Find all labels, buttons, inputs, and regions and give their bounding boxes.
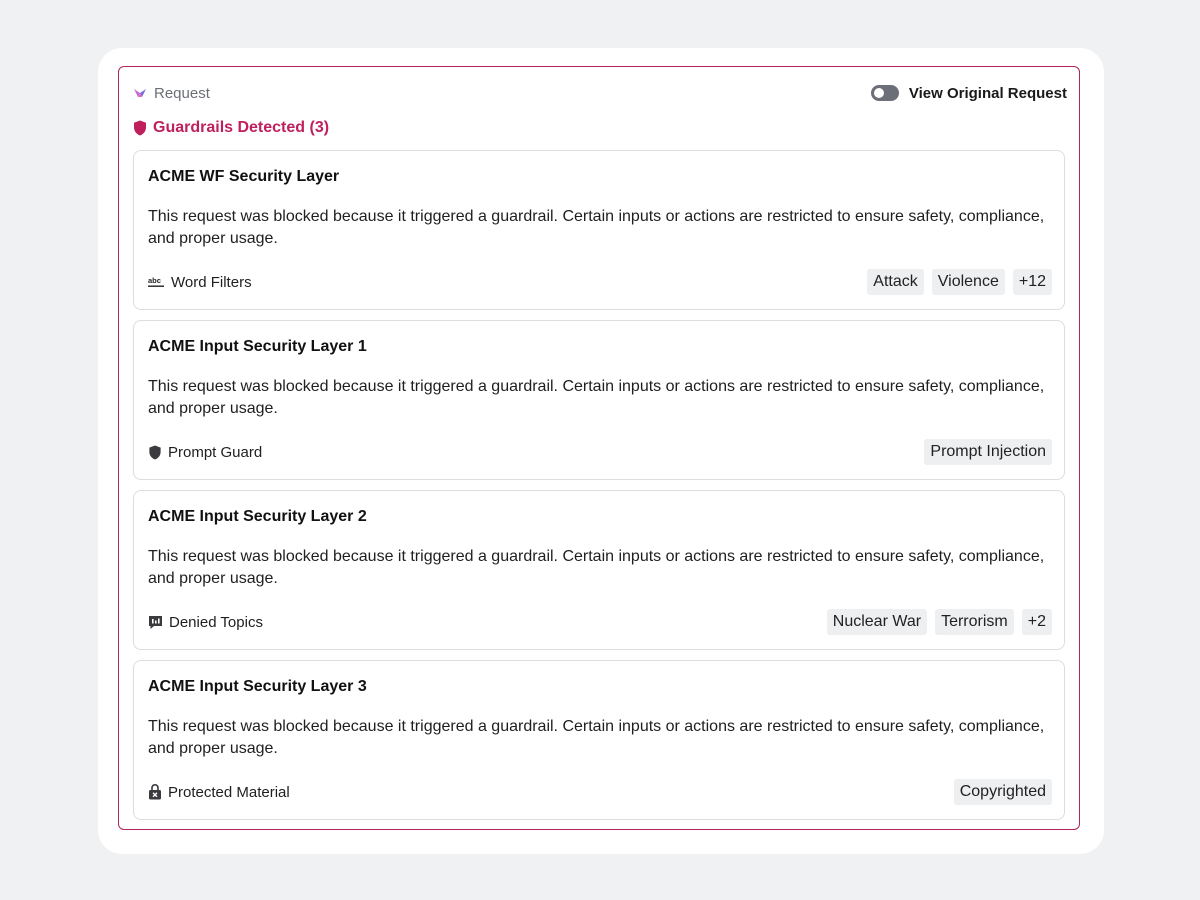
request-panel: Request View Original Request Guardrails… — [118, 66, 1080, 830]
card-title: ACME Input Security Layer 3 — [148, 678, 367, 695]
tag: Prompt Injection — [924, 439, 1052, 465]
request-label-wrap: Request — [133, 85, 210, 102]
card-title: ACME WF Security Layer — [148, 168, 340, 185]
tag: Terrorism — [935, 609, 1014, 635]
card-title: ACME Input Security Layer 1 — [148, 338, 367, 355]
guardrail-card-3: ACME Input Security Layer 2 This request… — [133, 490, 1065, 650]
tag-more[interactable]: +12 — [1012, 269, 1052, 295]
guardrail-card-1: ACME WF Security Layer This request was … — [133, 150, 1065, 310]
card-footer: Protected Material Copyrighted — [148, 779, 1052, 805]
tag: Violence — [931, 269, 1005, 295]
view-original-request-toggle[interactable]: View Original Request — [870, 84, 1067, 102]
card-footer: Prompt Guard Prompt Injection — [148, 439, 1052, 465]
guardrails-title: Guardrails Detected (3) — [153, 119, 330, 136]
card-footer: Denied Topics Nuclear War Terrorism +2 — [148, 609, 1052, 635]
card-tags: Prompt Injection — [924, 439, 1052, 465]
card-description: This request was blocked because it trig… — [148, 718, 1045, 757]
guardrails-title-wrap: Guardrails Detected (3) — [133, 119, 329, 137]
card-tags: Nuclear War Terrorism +2 — [826, 609, 1052, 635]
panel-header: Request View Original Request — [133, 81, 1067, 105]
card-category: Protected Material — [148, 784, 290, 801]
shield-icon — [133, 120, 147, 136]
tag: Copyrighted — [953, 779, 1052, 805]
guardrail-card-2: ACME Input Security Layer 1 This request… — [133, 320, 1065, 480]
card-title: ACME Input Security Layer 2 — [148, 508, 367, 525]
card-category: Prompt Guard — [148, 444, 262, 461]
toggle-switch[interactable] — [870, 85, 899, 101]
request-label: Request — [154, 84, 210, 102]
svg-text:abc: abc — [148, 276, 161, 285]
card-footer: abc Word Filters Attack Violence +12 — [148, 269, 1052, 295]
card-tags: Attack Violence +12 — [867, 269, 1052, 295]
card-category-label: Prompt Guard — [168, 443, 263, 461]
card-description: This request was blocked because it trig… — [148, 548, 1045, 587]
toggle-knob — [873, 88, 884, 98]
card-description: This request was blocked because it trig… — [148, 208, 1045, 247]
card-category-label: Denied Topics — [169, 613, 263, 631]
card-category: Denied Topics — [148, 614, 263, 631]
sparkle-logo-icon — [133, 87, 147, 99]
outer-card: Request View Original Request Guardrails… — [98, 48, 1104, 854]
tag: Nuclear War — [826, 609, 928, 635]
tag: Attack — [867, 269, 924, 295]
tag-more[interactable]: +2 — [1021, 609, 1052, 635]
shield-icon — [148, 444, 162, 460]
toggle-label: View Original Request — [908, 84, 1067, 102]
card-category-label: Word Filters — [171, 273, 252, 291]
guardrail-card-4: ACME Input Security Layer 3 This request… — [133, 660, 1065, 820]
abc-icon: abc — [148, 276, 165, 288]
card-category: abc Word Filters — [148, 274, 252, 291]
chat-block-icon — [148, 615, 163, 630]
lock-x-icon — [148, 784, 162, 800]
card-description: This request was blocked because it trig… — [148, 378, 1045, 417]
card-category-label: Protected Material — [168, 783, 290, 801]
card-tags: Copyrighted — [953, 779, 1052, 805]
